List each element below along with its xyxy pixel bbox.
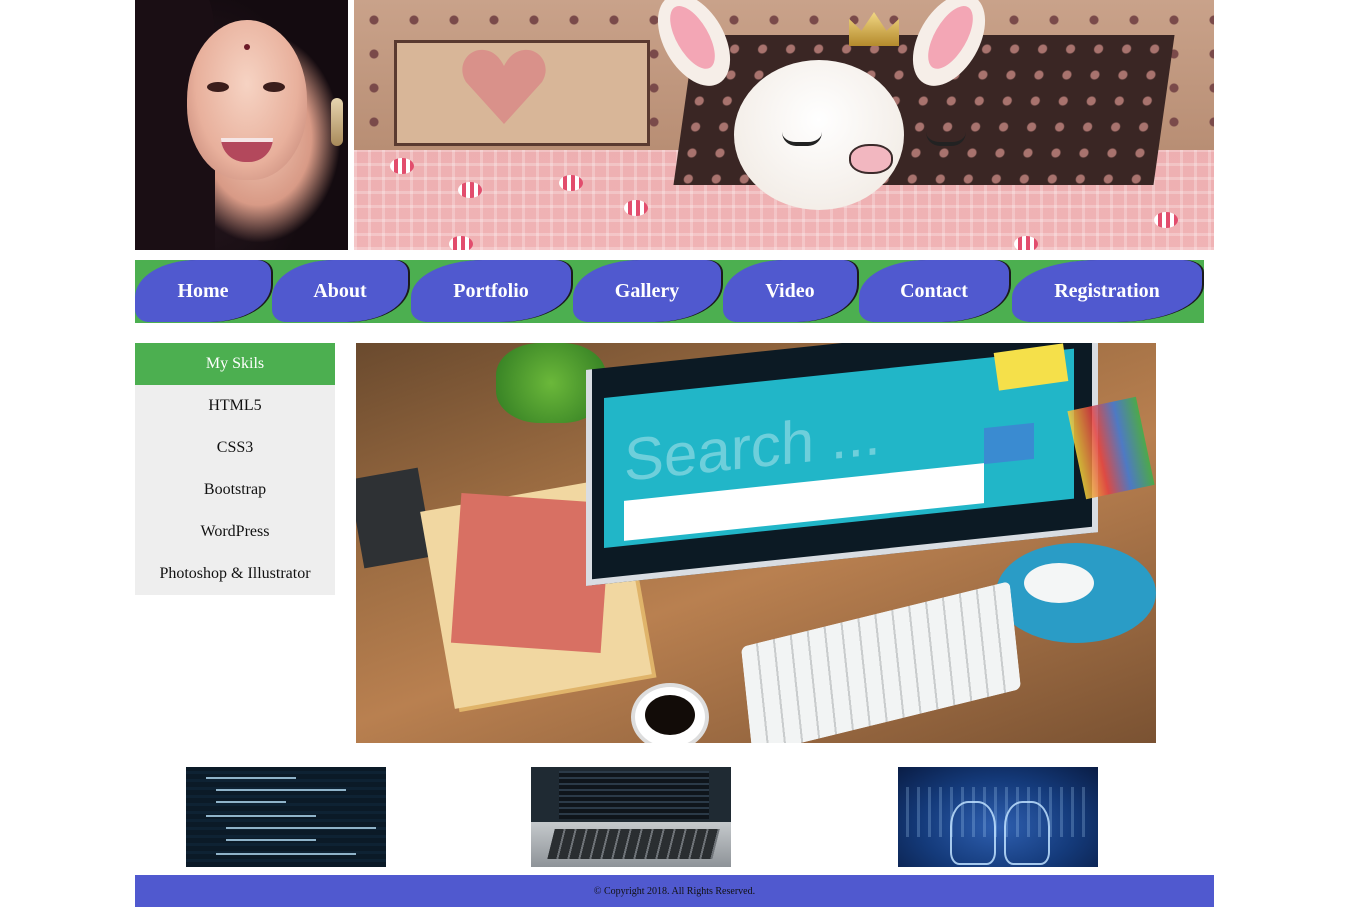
skill-bootstrap[interactable]: Bootstrap [135,469,335,511]
sidebar-title: My Skils [135,343,335,385]
code-line [216,853,356,855]
nav-gallery[interactable]: Gallery [573,260,721,322]
profile-photo [135,0,348,250]
footer: © Copyright 2018. All Rights Reserved. [135,875,1214,907]
screen-search-icon [984,422,1034,465]
main-nav: Home About Portfolio Gallery Video Conta… [135,260,1204,323]
laptop-screen [559,771,709,819]
skill-photoshop-illustrator[interactable]: Photoshop & Illustrator [135,553,335,595]
code-line [206,815,316,817]
skill-html5[interactable]: HTML5 [135,385,335,427]
nav-registration[interactable]: Registration [1012,260,1202,322]
bunny-nose [849,144,893,174]
nav-video[interactable]: Video [723,260,857,322]
nav-contact[interactable]: Contact [859,260,1009,322]
coffee-cup-shape [631,683,709,743]
nav-portfolio[interactable]: Portfolio [411,260,571,322]
laptop-keyboard [547,829,720,859]
nav-home[interactable]: Home [135,260,271,322]
code-line [206,777,296,779]
thumbnail-hologram-keyboard[interactable] [898,767,1098,867]
candy-shape [449,236,473,250]
candy-shape [1154,212,1178,228]
skill-wordpress[interactable]: WordPress [135,511,335,553]
skills-list: HTML5 CSS3 Bootstrap WordPress Photoshop… [135,385,335,595]
keyboard-shape [740,581,1022,743]
code-line [226,839,316,841]
face-shape [187,20,307,180]
thumbnail-laptop[interactable] [531,767,731,867]
candy-shape [458,182,482,198]
code-line [216,801,286,803]
earring-shape [331,98,343,146]
left-hand-shape [950,801,996,865]
code-line [216,789,346,791]
skills-sidebar: My Skils HTML5 CSS3 Bootstrap WordPress … [135,343,335,595]
nav-about[interactable]: About [272,260,408,322]
code-line [226,827,376,829]
right-eye-shape [263,82,285,92]
thumbnail-code-editor[interactable] [186,767,386,867]
header-banner-image [354,0,1214,250]
candy-shape [624,200,648,216]
copyright-text: © Copyright 2018. All Rights Reserved. [593,885,756,897]
hologram-grid [906,787,1090,837]
right-hand-shape [1004,801,1050,865]
skill-css3[interactable]: CSS3 [135,427,335,469]
candy-shape [390,158,414,174]
mouse-shape [1024,563,1094,603]
left-eye-shape [207,82,229,92]
smile-shape [221,138,273,162]
bindi-shape [244,44,250,50]
candy-shape [1014,236,1038,250]
candy-shape [559,175,583,191]
hero-image: Search ... engine. [356,343,1156,743]
